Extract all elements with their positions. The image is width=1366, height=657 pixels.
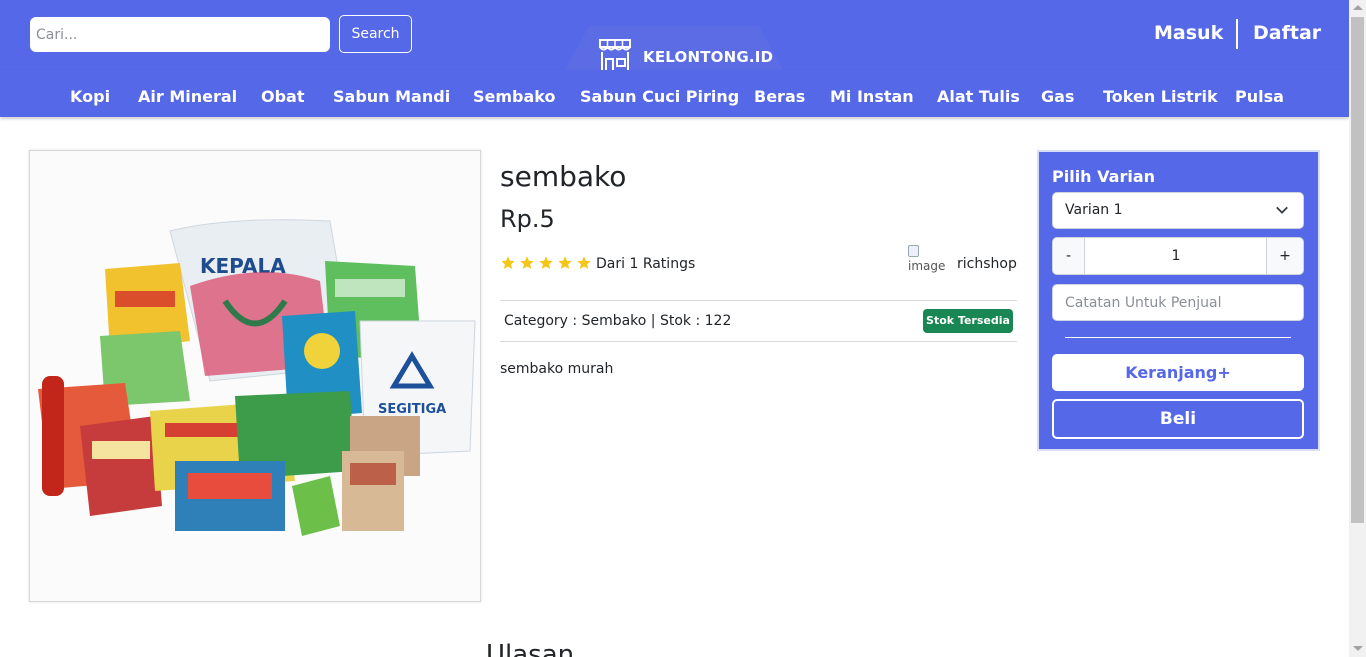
stock-badge: Stok Tersedia xyxy=(923,309,1013,333)
nav-category-air-mineral[interactable]: Air Mineral xyxy=(138,87,237,106)
scrollbar-thumb[interactable] xyxy=(1351,17,1364,523)
variant-title: Pilih Varian xyxy=(1052,167,1156,186)
reviews-heading: Ulasan xyxy=(486,640,575,657)
ratings-count: Dari 1 Ratings xyxy=(596,256,696,272)
panel-divider xyxy=(1065,337,1291,338)
buy-button[interactable]: Beli xyxy=(1052,399,1304,439)
product-price: Rp.5 xyxy=(500,205,555,233)
seller-name[interactable]: richshop xyxy=(957,256,1017,272)
product-image: KEPALA SEGITIGA xyxy=(29,150,481,602)
nav-category-gas[interactable]: Gas xyxy=(1041,87,1074,106)
quantity-stepper: - 1 + xyxy=(1052,237,1304,275)
divider xyxy=(500,300,1017,301)
nav-category-mi-instan[interactable]: Mi Instan xyxy=(830,87,914,106)
scroll-down-arrow-icon[interactable] xyxy=(1353,646,1363,651)
nav-category-pulsa[interactable]: Pulsa xyxy=(1235,87,1284,106)
seller-avatar[interactable]: image xyxy=(908,245,948,279)
nav-category-alat-tulis[interactable]: Alat Tulis xyxy=(937,87,1020,106)
star-icon xyxy=(539,256,553,269)
quantity-input[interactable]: 1 xyxy=(1085,238,1267,274)
variant-select[interactable]: Varian 1 xyxy=(1052,192,1304,229)
divider xyxy=(500,341,1017,342)
seller-avatar-alt: image xyxy=(908,259,946,273)
variant-selected-value: Varian 1 xyxy=(1065,202,1123,218)
add-to-cart-button[interactable]: Keranjang+ xyxy=(1052,354,1304,391)
product-description: sembako murah xyxy=(500,361,614,377)
sack-label-segitiga: SEGITIGA xyxy=(378,402,446,417)
register-link[interactable]: Daftar xyxy=(1253,22,1321,44)
chevron-down-icon xyxy=(1276,206,1288,214)
product-name: sembako xyxy=(500,160,627,193)
auth-divider xyxy=(1236,19,1238,49)
quantity-decrement-button[interactable]: - xyxy=(1053,238,1085,274)
nav-category-beras[interactable]: Beras xyxy=(754,87,805,106)
star-icon xyxy=(501,256,515,269)
nav-category-sembako[interactable]: Sembako xyxy=(473,87,556,106)
seller-note-input[interactable] xyxy=(1052,284,1304,321)
star-icon xyxy=(577,256,591,269)
groceries-illustration: KEPALA SEGITIGA xyxy=(38,219,476,536)
nav-category-sabun-mandi[interactable]: Sabun Mandi xyxy=(333,87,450,106)
category-stock-info: Category : Sembako | Stok : 122 xyxy=(504,313,732,329)
broken-image-icon xyxy=(908,245,919,257)
scroll-up-arrow-icon[interactable] xyxy=(1353,5,1363,10)
star-icon xyxy=(558,256,572,269)
nav-category-sabun-cuci-piring[interactable]: Sabun Cuci Piring xyxy=(580,87,739,106)
logo-text[interactable]: KELONTONG.ID xyxy=(643,48,773,66)
login-link[interactable]: Masuk xyxy=(1154,22,1223,44)
nav-category-obat[interactable]: Obat xyxy=(261,87,305,106)
quantity-increment-button[interactable]: + xyxy=(1266,238,1303,274)
search-button[interactable]: Search xyxy=(339,15,412,53)
star-icon xyxy=(520,256,534,269)
rating-stars xyxy=(500,255,592,271)
nav-category-token-listrik[interactable]: Token Listrik xyxy=(1103,87,1218,106)
nav-category-kopi[interactable]: Kopi xyxy=(70,87,110,106)
search-input[interactable] xyxy=(30,17,330,52)
